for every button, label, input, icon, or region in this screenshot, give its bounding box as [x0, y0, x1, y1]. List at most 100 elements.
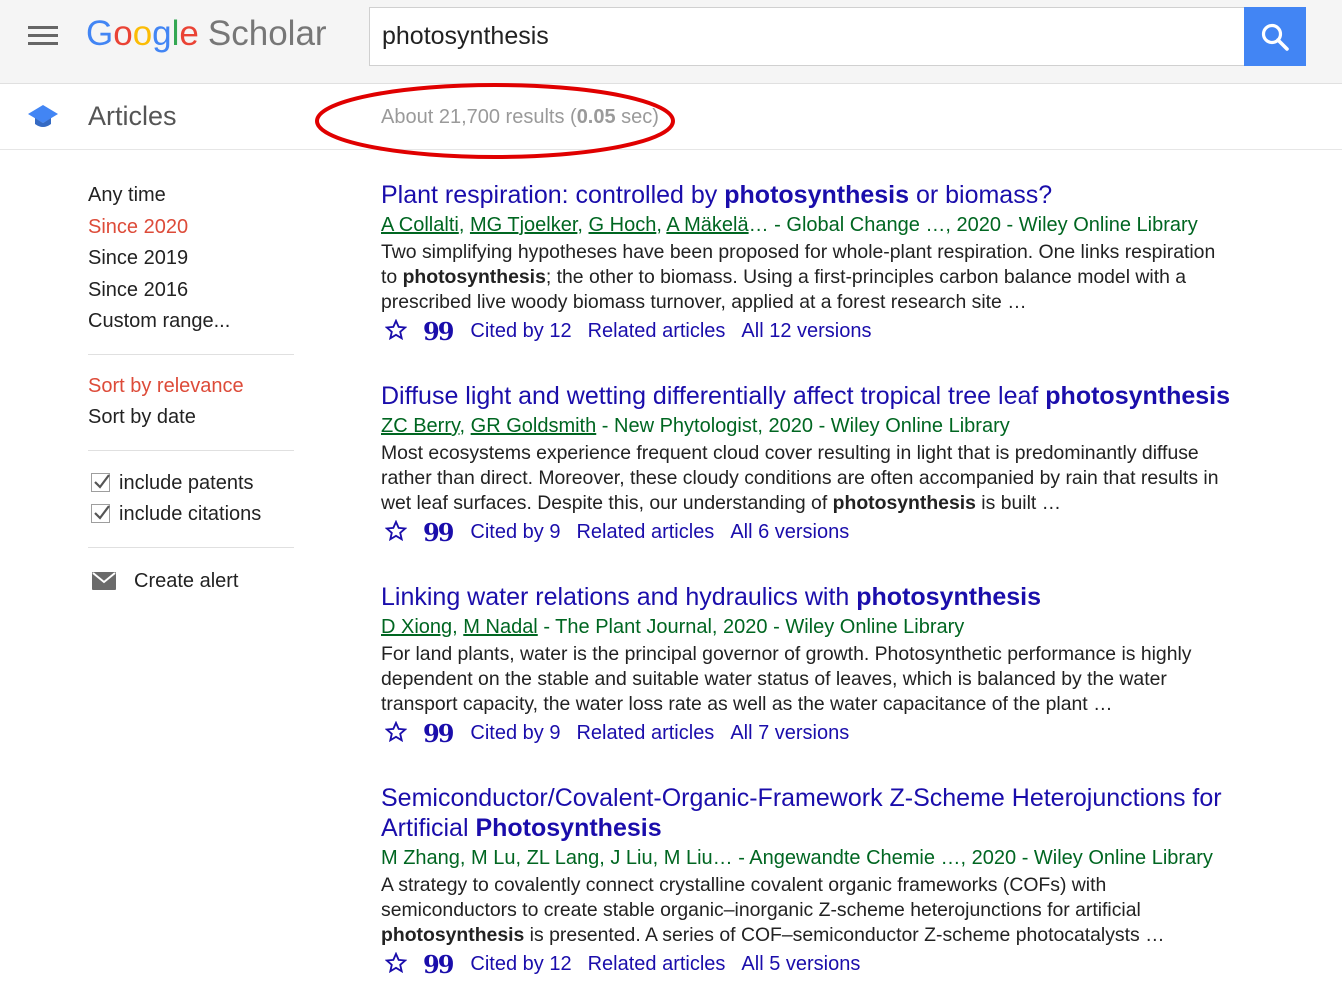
filter-custom-range[interactable]: Custom range...: [88, 306, 294, 338]
logo-scholar-text: Scholar: [207, 14, 327, 53]
related-articles-link[interactable]: Related articles: [576, 722, 714, 744]
author-link[interactable]: D Xiong: [381, 616, 452, 638]
save-star-icon[interactable]: [385, 721, 407, 743]
cite-quote-icon[interactable]: 99: [423, 517, 454, 549]
logo-letter: e: [179, 14, 199, 53]
divider: [88, 449, 294, 451]
save-star-icon[interactable]: [385, 319, 407, 341]
filter-since-2016[interactable]: Since 2016: [88, 275, 294, 307]
related-articles-link[interactable]: Related articles: [588, 953, 726, 975]
menu-line: [28, 34, 58, 37]
save-star-icon[interactable]: [385, 520, 407, 542]
search-input[interactable]: [369, 7, 1245, 66]
menu-icon[interactable]: [26, 22, 60, 48]
title-text: Diffuse light and wetting differentially…: [381, 382, 1046, 410]
title-text: Plant respiration: controlled by: [381, 181, 725, 209]
checkmark-icon: [94, 505, 110, 520]
result-snippet: A strategy to covalently connect crystal…: [381, 873, 1231, 948]
result-actions: 99 Cited by 12 Related articles All 12 vers…: [381, 315, 1301, 347]
graduation-cap-icon: [28, 105, 58, 127]
snippet-text: Most ecosystems experience frequent clou…: [381, 442, 1219, 514]
include-options: include patents include citations: [88, 468, 294, 531]
sort-by-relevance[interactable]: Sort by relevance: [88, 371, 294, 403]
divider: [88, 546, 294, 548]
cited-by-link[interactable]: Cited by 9: [470, 521, 560, 543]
all-versions-link[interactable]: All 7 versions: [730, 722, 849, 744]
title-keyword: photosynthesis: [724, 181, 909, 209]
result-source: - The Plant Journal, 2020 - Wiley Online…: [537, 616, 965, 638]
snippet-text: is built …: [975, 492, 1062, 514]
results-subheader: Articles About 21,700 results (0.05 sec): [0, 84, 1342, 150]
checkmark-icon: [94, 473, 110, 489]
logo-letter: G: [86, 14, 114, 53]
include-citations-option[interactable]: include citations: [88, 499, 294, 531]
google-scholar-logo[interactable]: Google Scholar: [86, 10, 327, 58]
save-star-icon[interactable]: [385, 952, 407, 974]
result-source: - Global Change …, 2020 - Wiley Online L…: [768, 214, 1198, 236]
filter-since-2019[interactable]: Since 2019: [88, 243, 294, 275]
cited-by-link[interactable]: Cited by 12: [470, 953, 571, 975]
menu-line: [28, 42, 58, 45]
cited-by-link[interactable]: Cited by 9: [470, 722, 560, 744]
search-icon: [1261, 23, 1289, 51]
result-title-link[interactable]: Linking water relations and hydraulics w…: [381, 582, 1301, 612]
create-alert-link[interactable]: Create alert: [88, 566, 294, 596]
result-title-link[interactable]: Semiconductor/Covalent-Organic-Framework…: [381, 783, 1301, 843]
section-label[interactable]: Articles: [88, 101, 177, 132]
author-link[interactable]: A Mäkelä: [666, 214, 748, 236]
snippet-keyword: photosynthesis: [832, 492, 976, 514]
result-title-link[interactable]: Diffuse light and wetting differentially…: [381, 381, 1301, 411]
cite-quote-icon[interactable]: 99: [423, 718, 454, 750]
logo-letter: o: [132, 14, 153, 53]
related-articles-link[interactable]: Related articles: [576, 521, 714, 543]
sort-by-date[interactable]: Sort by date: [88, 402, 294, 434]
result-snippet: Two simplifying hypotheses have been pro…: [381, 240, 1231, 315]
result-actions: 99 Cited by 9 Related articles All 6 versio…: [381, 516, 1301, 548]
search-result: Linking water relations and hydraulics w…: [381, 582, 1301, 749]
filter-since-2020[interactable]: Since 2020: [88, 212, 294, 244]
result-actions: 99 Cited by 9 Related articles All 7 versio…: [381, 717, 1301, 749]
include-patents-option[interactable]: include patents: [88, 468, 294, 500]
result-source: - Angewandte Chemie …, 2020 - Wiley Onli…: [732, 847, 1213, 869]
author-link[interactable]: A Collalti: [381, 214, 459, 236]
search-result: Plant respiration: controlled by photosy…: [381, 180, 1301, 347]
checkbox-patents[interactable]: [91, 472, 110, 492]
result-time: 0.05: [576, 106, 616, 128]
top-bar: Google Scholar: [0, 0, 1342, 84]
all-versions-link[interactable]: All 12 versions: [741, 320, 871, 342]
checkbox-citations[interactable]: [91, 504, 110, 523]
result-meta: ZC Berry, GR Goldsmith - New Phytologist…: [381, 415, 1010, 437]
cited-by-link[interactable]: Cited by 12: [470, 320, 571, 342]
cite-quote-icon[interactable]: 99: [423, 949, 454, 981]
related-articles-link[interactable]: Related articles: [588, 320, 726, 342]
search-button[interactable]: [1244, 7, 1306, 66]
author-link[interactable]: GR Goldsmith: [471, 415, 597, 437]
result-source: - New Phytologist, 2020 - Wiley Online L…: [596, 415, 1010, 437]
search-result: Semiconductor/Covalent-Organic-Framework…: [381, 783, 1301, 980]
search-result: Diffuse light and wetting differentially…: [381, 381, 1301, 548]
result-title-link[interactable]: Plant respiration: controlled by photosy…: [381, 180, 1301, 210]
logo-letter: o: [113, 14, 133, 53]
include-citations-label: include citations: [119, 503, 262, 525]
result-count: About 21,700 results (0.05 sec): [381, 106, 659, 129]
cite-quote-icon[interactable]: 99: [423, 316, 454, 348]
title-text: or biomass?: [909, 181, 1053, 209]
title-keyword: photosynthesis: [1045, 382, 1231, 410]
title-text: Linking water relations and hydraulics w…: [381, 583, 857, 611]
logo-google-text: Google: [86, 14, 199, 53]
sort-group: Sort by relevance Sort by date: [88, 371, 294, 434]
author-link[interactable]: G Hoch: [589, 214, 657, 236]
author-link[interactable]: ZC Berry: [381, 415, 460, 437]
all-versions-link[interactable]: All 5 versions: [741, 953, 860, 975]
author-link[interactable]: MG Tjoelker: [470, 214, 577, 236]
author-link[interactable]: M Nadal: [463, 616, 537, 638]
result-snippet: For land plants, water is the principal …: [381, 642, 1231, 717]
result-meta: M Zhang, M Lu, ZL Lang, J Liu, M Liu… - …: [381, 843, 1301, 873]
all-versions-link[interactable]: All 6 versions: [730, 521, 849, 543]
create-alert-label: Create alert: [134, 569, 239, 592]
result-count-prefix: About 21,700 results (: [381, 106, 577, 128]
results-list: Plant respiration: controlled by photosy…: [381, 180, 1301, 980]
filter-any-time[interactable]: Any time: [88, 180, 294, 212]
logo-letter: g: [152, 14, 172, 53]
time-filter-group: Any time Since 2020 Since 2019 Since 201…: [88, 180, 294, 338]
